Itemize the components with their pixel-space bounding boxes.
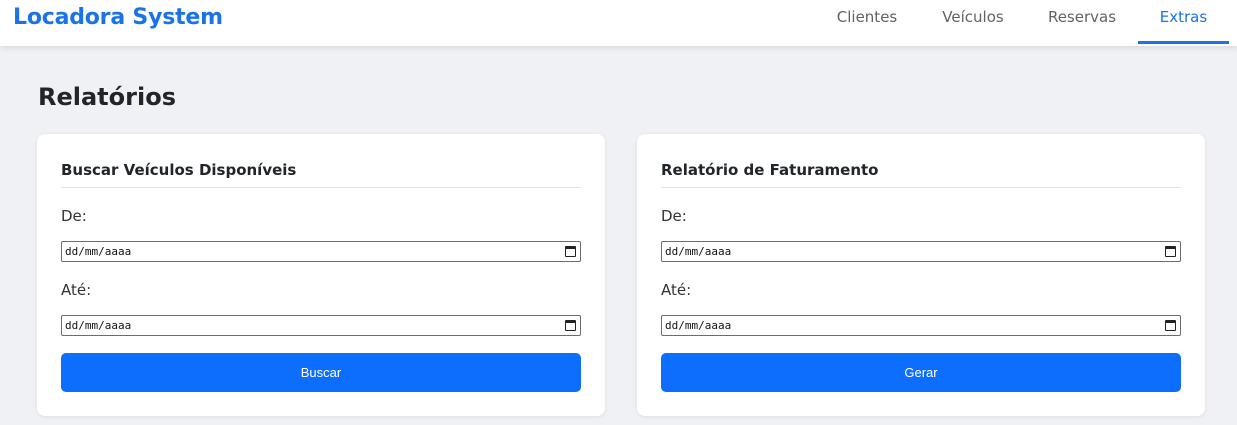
date-placeholder: dd/mm/aaaa xyxy=(65,319,132,332)
date-placeholder: dd/mm/aaaa xyxy=(65,245,132,258)
to-date-label: Até: xyxy=(61,281,92,299)
nav-item-clientes[interactable]: Clientes xyxy=(824,0,910,44)
to-date-label: Até: xyxy=(661,281,692,299)
generate-button[interactable]: Gerar xyxy=(661,353,1181,392)
from-date-input[interactable]: dd/mm/aaaa xyxy=(61,241,581,262)
search-button[interactable]: Buscar xyxy=(61,353,581,392)
nav-item-veiculos[interactable]: Veículos xyxy=(929,0,1017,44)
to-date-input[interactable]: dd/mm/aaaa xyxy=(61,315,581,336)
calendar-icon[interactable] xyxy=(1165,320,1176,331)
calendar-icon[interactable] xyxy=(565,246,576,257)
date-placeholder: dd/mm/aaaa xyxy=(665,319,732,332)
billing-report-card: Relatório de Faturamento De: dd/mm/aaaa … xyxy=(637,134,1205,416)
top-navbar: Locadora System Clientes Veículos Reserv… xyxy=(0,0,1237,46)
divider xyxy=(61,187,581,188)
calendar-icon[interactable] xyxy=(565,320,576,331)
to-date-input[interactable]: dd/mm/aaaa xyxy=(661,315,1181,336)
brand-logo[interactable]: Locadora System xyxy=(13,5,223,30)
card-title: Relatório de Faturamento xyxy=(661,161,879,179)
nav-item-extras[interactable]: Extras xyxy=(1138,0,1229,44)
divider xyxy=(661,187,1181,188)
available-vehicles-card: Buscar Veículos Disponíveis De: dd/mm/aa… xyxy=(37,134,605,416)
page-title: Relatórios xyxy=(38,83,176,111)
date-placeholder: dd/mm/aaaa xyxy=(665,245,732,258)
from-date-input[interactable]: dd/mm/aaaa xyxy=(661,241,1181,262)
calendar-icon[interactable] xyxy=(1165,246,1176,257)
nav-item-reservas[interactable]: Reservas xyxy=(1036,0,1128,44)
from-date-label: De: xyxy=(661,207,687,225)
from-date-label: De: xyxy=(61,207,87,225)
card-title: Buscar Veículos Disponíveis xyxy=(61,161,297,179)
